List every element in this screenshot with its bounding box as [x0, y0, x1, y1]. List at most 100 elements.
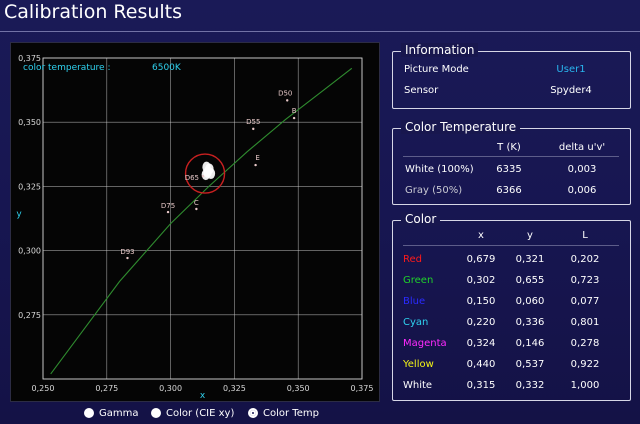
color-temperature-title: Color Temperature [401, 120, 521, 134]
color-row-magenta-x: 0,324 [466, 338, 496, 349]
color-row-green-l: 0,723 [570, 275, 600, 286]
color-header-divider [403, 245, 619, 246]
color-row-white-l: 1,000 [570, 380, 600, 391]
color-row-green-y: 0,655 [515, 275, 545, 286]
page-title: Calibration Results [4, 1, 183, 23]
radio-color-temp-label[interactable]: Color Temp [263, 408, 319, 419]
reference-point-label: D55 [246, 118, 260, 126]
radio-color-temp-indicator[interactable] [248, 408, 258, 418]
x-tick-label: 0,325 [223, 384, 246, 393]
ct-row-white-label: White (100%) [405, 164, 474, 175]
color-row-green-x: 0,302 [466, 275, 496, 286]
title-bar: Calibration Results [0, 0, 640, 32]
radio-gamma-indicator[interactable] [84, 408, 94, 418]
radio-color-cie[interactable]: Color (CIE xy) [151, 406, 234, 420]
blackbody-locus-line [50, 67, 353, 375]
reference-point-label: D65 [185, 174, 199, 182]
sensor-label: Sensor [404, 85, 439, 96]
color-row-red-x: 0,679 [466, 254, 496, 265]
y-tick-label: 0,275 [18, 311, 41, 320]
x-axis-label: x [200, 391, 206, 401]
color-row-magenta-label: Magenta [403, 338, 447, 349]
color-row-yellow-y: 0,537 [515, 359, 545, 370]
reference-point [201, 174, 205, 178]
picture-mode-value: User1 [556, 64, 586, 75]
x-tick-label: 0,250 [32, 384, 55, 393]
color-row-yellow-x: 0,440 [466, 359, 496, 370]
color-row-white-y: 0,332 [515, 380, 545, 391]
color-row-red-l: 0,202 [570, 254, 600, 265]
reference-point [286, 99, 289, 102]
ct-row-white-delta: 0,003 [567, 164, 597, 175]
reference-point [166, 210, 170, 214]
reference-point-label: D93 [120, 248, 134, 256]
y-tick-label: 0,375 [18, 54, 41, 63]
radio-color-cie-label[interactable]: Color (CIE xy) [166, 408, 234, 419]
ct-row-gray-label: Gray (50%) [405, 185, 463, 196]
reference-point-label: D75 [161, 202, 175, 210]
information-group: Information Picture Mode User1 Sensor Sp… [392, 43, 631, 109]
color-row-blue-x: 0,150 [466, 296, 496, 307]
color-temperature-annotation-value: 6500K [152, 63, 182, 73]
color-row-magenta-y: 0,146 [515, 338, 545, 349]
chromaticity-chart-panel: 0,250 0,275 0,300 0,325 0,350 0,375 0,375 0,350… [10, 42, 380, 402]
ct-header-divider [403, 156, 619, 157]
radio-color-temp[interactable]: Color Temp [248, 406, 319, 420]
reference-point-label: D50 [278, 89, 292, 97]
x-tick-label: 0,350 [287, 384, 310, 393]
y-tick-label: 0,300 [18, 247, 41, 256]
x-tick-label: 0,275 [95, 384, 118, 393]
color-row-white-x: 0,315 [466, 380, 496, 391]
title-divider [0, 31, 640, 32]
reference-point [252, 127, 255, 131]
color-row-blue-l: 0,077 [570, 296, 600, 307]
color-header-y: y [527, 230, 533, 241]
ct-header-t: T (K) [497, 142, 521, 153]
y-axis-label: y [16, 210, 22, 220]
color-header-x: x [478, 230, 484, 241]
color-row-blue-y: 0,060 [515, 296, 545, 307]
color-row-blue-label: Blue [403, 296, 426, 307]
reference-point [254, 163, 257, 167]
color-row-magenta-l: 0,278 [570, 338, 600, 349]
color-title: Color [401, 212, 441, 226]
information-title: Information [401, 43, 479, 57]
ct-row-white-t: 6335 [496, 164, 522, 175]
color-row-cyan-label: Cyan [403, 317, 429, 328]
reference-point-label: E [255, 154, 259, 162]
x-tick-label: 0,375 [351, 384, 374, 393]
radio-gamma-label[interactable]: Gamma [99, 408, 139, 419]
color-temperature-group: Color Temperature T (K) delta u'v' White… [392, 120, 631, 205]
color-row-cyan-x: 0,220 [466, 317, 496, 328]
x-tick-label: 0,300 [159, 384, 182, 393]
ct-row-gray-delta: 0,006 [567, 185, 597, 196]
color-row-red-label: Red [403, 254, 422, 265]
picture-mode-label: Picture Mode [404, 64, 469, 75]
color-row-yellow-l: 0,922 [570, 359, 600, 370]
sensor-value: Spyder4 [550, 85, 592, 96]
y-tick-label: 0,350 [18, 118, 41, 127]
color-row-white-label: White [403, 380, 433, 391]
radio-color-cie-indicator[interactable] [151, 408, 161, 418]
color-group: Color x y L Red 0,679 0,321 0,202 Green 0,302… [392, 212, 631, 401]
color-row-yellow-label: Yellow [403, 359, 434, 370]
color-row-cyan-l: 0,801 [570, 317, 600, 328]
reference-point-label: C [194, 199, 199, 207]
color-row-green-label: Green [403, 275, 434, 286]
reference-point [292, 116, 296, 120]
color-header-l: L [582, 230, 588, 241]
reference-point-label: B [292, 107, 297, 115]
color-row-cyan-y: 0,336 [515, 317, 545, 328]
y-tick-label: 0,325 [18, 182, 41, 191]
reference-point [195, 207, 198, 211]
view-mode-radio-group: Gamma Color (CIE xy) Color Temp [0, 403, 380, 423]
ct-row-gray-t: 6366 [496, 185, 522, 196]
color-temperature-annotation-label: color temperature : [23, 63, 111, 73]
chromaticity-chart: 0,250 0,275 0,300 0,325 0,350 0,375 0,375 0,350… [16, 54, 374, 401]
color-row-red-y: 0,321 [515, 254, 545, 265]
reference-point [126, 256, 129, 260]
measured-point [206, 168, 216, 180]
radio-gamma[interactable]: Gamma [84, 406, 139, 420]
ct-header-delta: delta u'v' [558, 142, 606, 153]
plot-frame [42, 57, 363, 380]
